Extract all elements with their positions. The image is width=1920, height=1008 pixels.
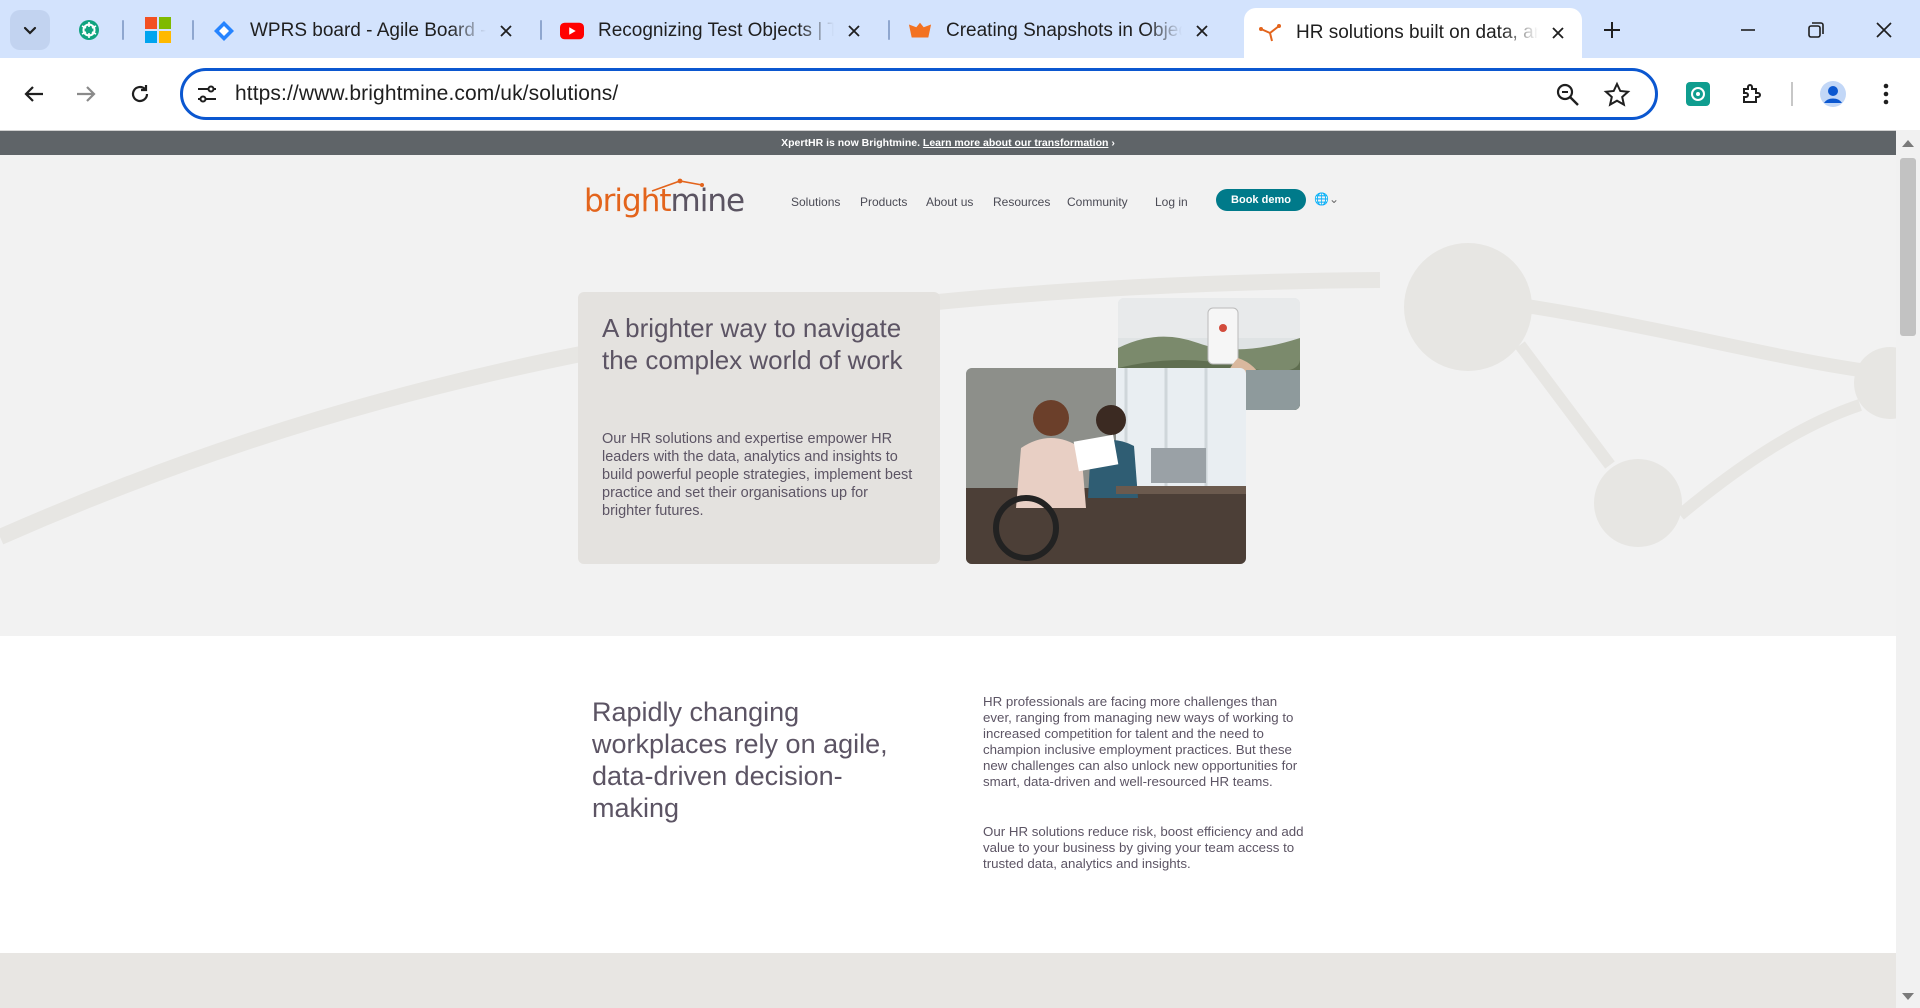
page-viewport: XpertHR is now Brightmine. Learn more ab… — [0, 130, 1896, 1008]
close-icon[interactable] — [1546, 21, 1570, 45]
close-icon[interactable] — [1190, 19, 1214, 43]
browser-menu-button[interactable] — [1866, 74, 1906, 114]
tab-title: WPRS board - Agile Board - C — [250, 20, 486, 41]
hero-card: A brighter way to navigate the complex w… — [578, 292, 940, 564]
toolbar-divider — [1791, 82, 1793, 106]
tab-youtube[interactable]: Recognizing Test Objects | Te — [546, 8, 878, 54]
tab-separator — [540, 20, 542, 40]
smartbear-icon — [908, 19, 932, 43]
tab-brightmine[interactable]: HR solutions built on data, an — [1244, 8, 1582, 58]
tab-title: Creating Snapshots in Object — [946, 20, 1182, 41]
extensions-menu-button[interactable] — [1732, 74, 1772, 114]
intro-paragraph-2: Our HR solutions reduce risk, boost effi… — [983, 824, 1304, 871]
reload-button[interactable] — [120, 74, 160, 114]
intro-section: Rapidly changing workplaces rely on agil… — [0, 636, 1896, 953]
avatar-icon — [1820, 81, 1846, 107]
book-demo-button[interactable]: Book demo — [1216, 189, 1306, 211]
nav-resources[interactable]: Resources — [993, 195, 1050, 209]
page-scrollbar[interactable] — [1896, 130, 1920, 1008]
forward-arrow-icon — [77, 86, 96, 102]
browser-toolbar: https://www.brightmine.com/uk/solutions/ — [0, 58, 1920, 130]
tab-separator — [192, 20, 194, 40]
tab-separator — [122, 20, 124, 40]
logo-network-icon — [651, 178, 704, 192]
kebab-menu-icon — [1883, 83, 1889, 105]
tab-separator — [888, 20, 890, 40]
back-button[interactable] — [14, 74, 54, 114]
microsoft-icon — [145, 17, 171, 43]
chatgpt-icon — [79, 20, 99, 40]
site-header: brightmine Solutions Products About us R… — [584, 169, 1344, 229]
close-icon — [1876, 22, 1892, 38]
hero-heading: A brighter way to navigate the complex w… — [602, 313, 903, 375]
brightmine-logo[interactable]: brightmine — [584, 178, 745, 219]
chatgpt-extension-icon — [1686, 82, 1710, 106]
tab-smartbear[interactable]: Creating Snapshots in Object — [894, 8, 1226, 54]
nav-about-us[interactable]: About us — [926, 195, 973, 209]
scroll-up-arrow-icon[interactable] — [1902, 140, 1914, 147]
tab-title: Recognizing Test Objects | Te — [598, 20, 834, 41]
hero-body: Our HR solutions and expertise empower H… — [602, 431, 913, 519]
puzzle-icon — [1743, 84, 1761, 103]
zoom-icon[interactable] — [1555, 82, 1581, 108]
tab-strip: WPRS board - Agile Board - C Recognizing… — [0, 0, 1920, 58]
tab-jira[interactable]: WPRS board - Agile Board - C — [198, 8, 530, 54]
nav-products[interactable]: Products — [860, 195, 907, 209]
close-icon[interactable] — [842, 19, 866, 43]
close-icon[interactable] — [494, 19, 518, 43]
url-text[interactable]: https://www.brightmine.com/uk/solutions/ — [235, 82, 618, 106]
hero-section: brightmine Solutions Products About us R… — [0, 155, 1896, 636]
tab-title: HR solutions built on data, an — [1296, 22, 1538, 43]
restore-button[interactable] — [1794, 10, 1838, 50]
announcement-bar: XpertHR is now Brightmine. Learn more ab… — [0, 131, 1896, 155]
announcement-arrow: › — [1111, 137, 1115, 149]
tab-search-button[interactable] — [10, 10, 50, 50]
chevron-down-icon — [23, 26, 37, 35]
address-bar[interactable]: https://www.brightmine.com/uk/solutions/ — [180, 68, 1658, 120]
hero-office-photo — [966, 368, 1246, 564]
intro-paragraph-1: HR professionals are facing more challen… — [983, 694, 1298, 789]
close-window-button[interactable] — [1862, 10, 1906, 50]
next-section — [0, 953, 1896, 1008]
scroll-down-arrow-icon[interactable] — [1902, 993, 1914, 1000]
nav-community[interactable]: Community — [1067, 195, 1128, 209]
nav-solutions[interactable]: Solutions — [791, 195, 840, 209]
forward-button[interactable] — [66, 74, 106, 114]
scrollbar-thumb[interactable] — [1900, 158, 1916, 336]
pinned-tab-microsoft[interactable] — [140, 12, 176, 48]
minimize-icon — [1741, 29, 1755, 31]
bookmark-star-icon[interactable] — [1603, 81, 1631, 109]
language-selector[interactable]: 🌐⌄ — [1314, 192, 1339, 206]
site-settings-icon[interactable] — [195, 82, 219, 106]
pinned-tab-chatgpt[interactable] — [71, 12, 107, 48]
announcement-link[interactable]: Learn more about our transformation — [923, 137, 1109, 149]
profile-button[interactable] — [1813, 74, 1853, 114]
minimize-button[interactable] — [1726, 10, 1770, 50]
reload-icon — [131, 85, 149, 103]
restore-icon — [1808, 22, 1824, 38]
announcement-text: XpertHR is now Brightmine. — [781, 137, 923, 149]
nav-login[interactable]: Log in — [1155, 195, 1188, 209]
brightmine-icon — [1258, 21, 1282, 45]
intro-heading: Rapidly changing workplaces rely on agil… — [592, 697, 888, 823]
back-arrow-icon — [24, 86, 43, 102]
extension-button[interactable] — [1678, 74, 1718, 114]
jira-icon — [212, 19, 236, 43]
new-tab-button[interactable] — [1596, 14, 1628, 46]
youtube-icon — [560, 19, 584, 43]
plus-icon — [1604, 22, 1620, 38]
